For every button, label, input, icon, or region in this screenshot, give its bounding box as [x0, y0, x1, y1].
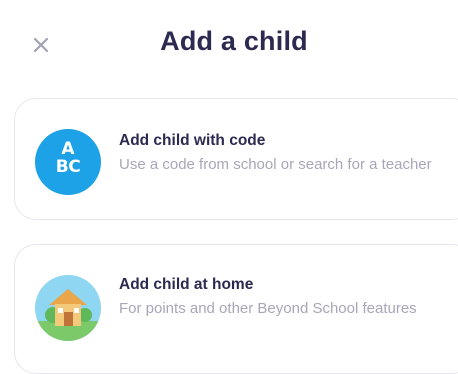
abc-icon-letters-bottom: BC: [55, 157, 81, 177]
header: Add a child: [0, 0, 458, 92]
card-text: Add child with code Use a code from scho…: [119, 131, 453, 175]
card-description: For points and other Beyond School featu…: [119, 300, 417, 317]
house-icon: [35, 275, 101, 341]
card-text: Add child at home For points and other B…: [119, 275, 453, 319]
abc-icon: A BC: [35, 129, 101, 195]
card-description: Use a code from school or search for a t…: [119, 156, 432, 173]
abc-icon-letter-top: A: [61, 139, 75, 159]
card-title: Add child at home: [119, 276, 254, 293]
add-child-at-home-card[interactable]: Add child at home For points and other B…: [14, 244, 458, 374]
add-child-with-code-card[interactable]: A BC Add child with code Use a code from…: [14, 98, 458, 220]
page-title: Add a child: [160, 26, 308, 56]
card-title: Add child with code: [119, 132, 266, 149]
